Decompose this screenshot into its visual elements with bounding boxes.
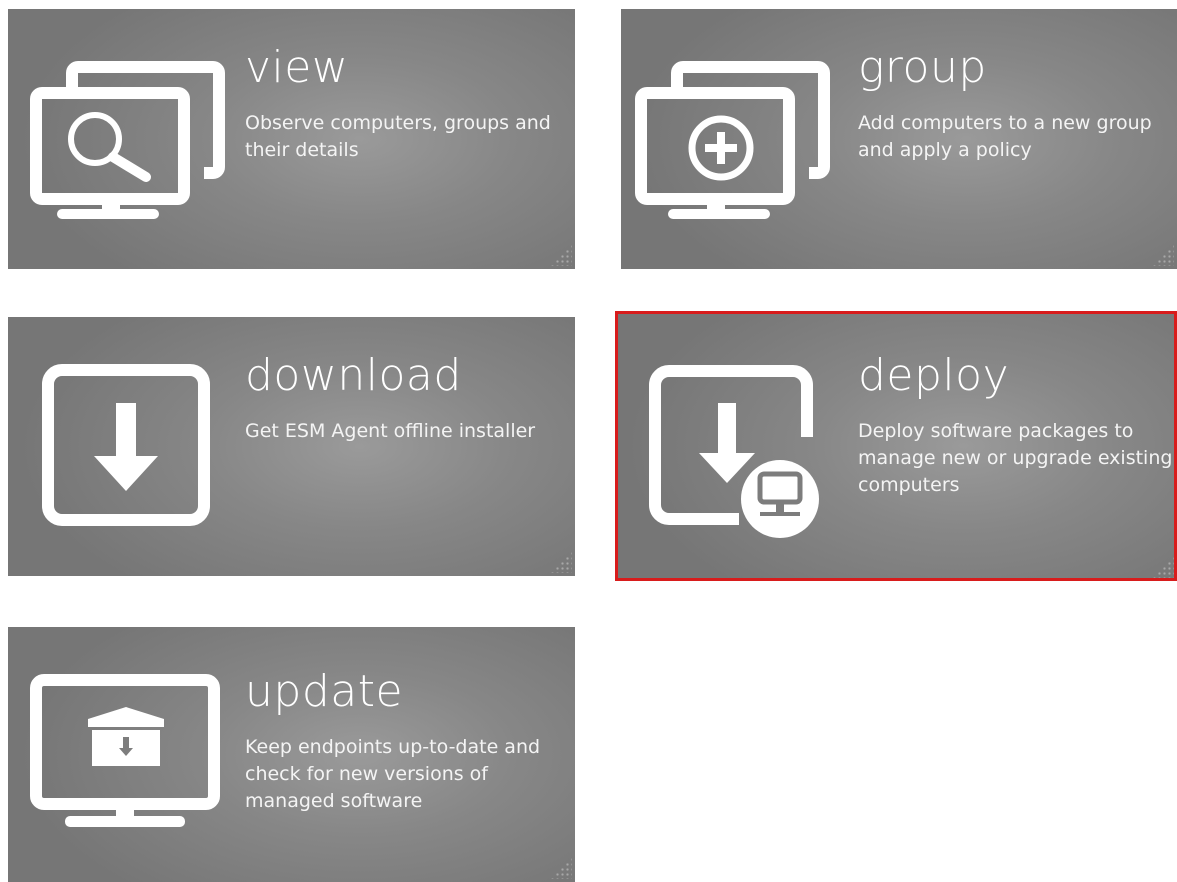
tile-grip <box>1152 244 1174 266</box>
update-tile[interactable]: update Keep endpoints up-to-date and che… <box>8 627 575 882</box>
deploy-computer-icon <box>649 365 819 538</box>
deploy-tile-description: Deploy software packages to manage new o… <box>858 420 1173 496</box>
download-tile-title: download <box>245 350 462 401</box>
download-tile-description: Get ESM Agent offline installer <box>245 420 536 442</box>
download-arrow-icon <box>42 364 210 526</box>
update-tile-description: Keep endpoints up-to-date and check for … <box>245 736 541 812</box>
deploy-tile-title: deploy <box>858 350 1010 401</box>
tile-grip <box>550 551 572 573</box>
group-tile[interactable]: group Add computers to a new group and a… <box>621 9 1177 269</box>
tile-grip <box>550 244 572 266</box>
update-tile-title: update <box>245 666 404 717</box>
tile-grip <box>1152 556 1174 578</box>
group-tile-title: group <box>858 42 987 93</box>
deploy-tile[interactable]: deploy Deploy software packages to manag… <box>615 311 1177 581</box>
monitor-package-icon <box>30 674 220 827</box>
view-tile[interactable]: view Observe computers, groups and their… <box>8 9 575 269</box>
view-tile-title: view <box>245 42 349 93</box>
download-tile[interactable]: download Get ESM Agent offline installer <box>8 317 575 576</box>
monitor-add-icon <box>635 61 830 219</box>
view-tile-description: Observe computers, groups and their deta… <box>245 112 551 161</box>
monitor-search-icon <box>30 61 225 219</box>
group-tile-description: Add computers to a new group and apply a… <box>858 112 1152 161</box>
tile-grip <box>550 857 572 879</box>
